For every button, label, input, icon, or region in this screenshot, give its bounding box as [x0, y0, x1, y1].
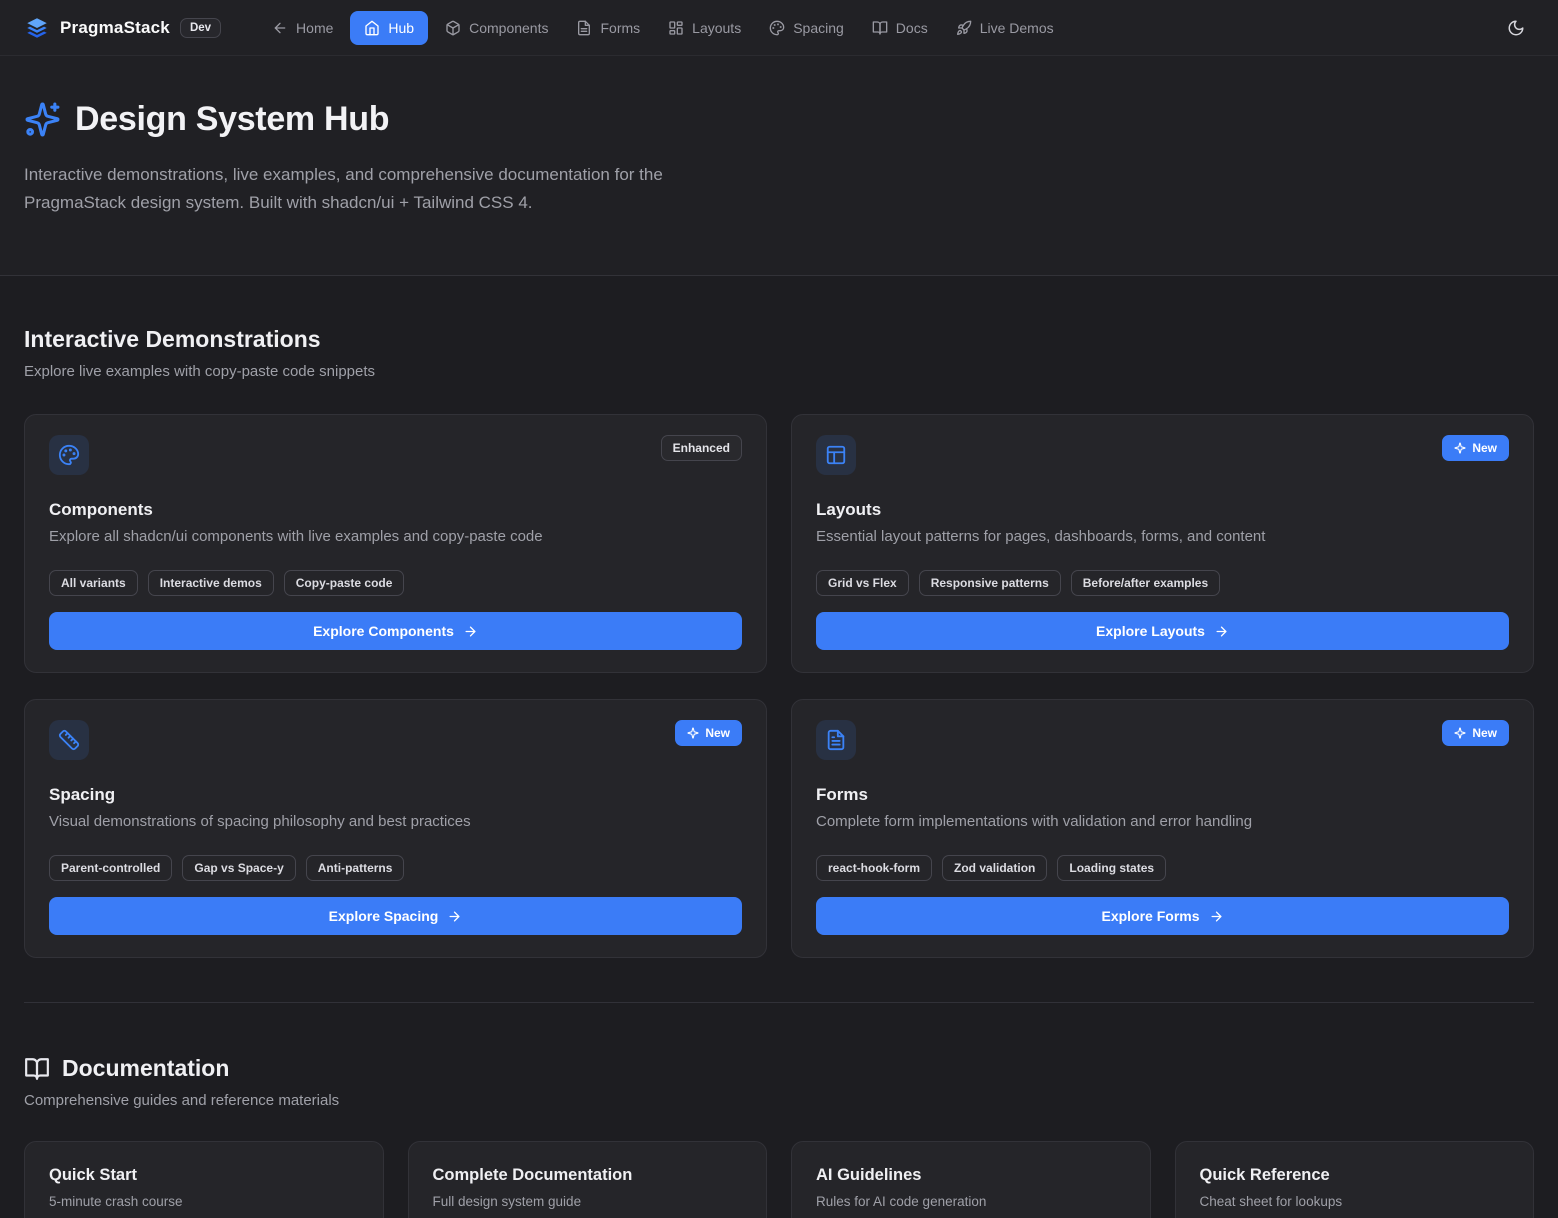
doc-card-title: Quick Start: [49, 1166, 359, 1185]
docs-heading: Documentation: [24, 1055, 1534, 1082]
card-description: Visual demonstrations of spacing philoso…: [49, 813, 742, 830]
hero-section: Design System Hub Interactive demonstrat…: [0, 56, 1558, 276]
tag: Zod validation: [942, 855, 1047, 881]
demo-card-components: Enhanced Components Explore all shadcn/u…: [24, 414, 767, 673]
explore-forms-button[interactable]: Explore Forms: [816, 897, 1509, 935]
card-title: Forms: [816, 785, 1509, 805]
book-open-icon: [872, 20, 888, 36]
doc-card-grid: Quick Start 5-minute crash course Comple…: [24, 1141, 1534, 1218]
new-badge: New: [1442, 435, 1509, 461]
doc-card-complete-documentation[interactable]: Complete Documentation Full design syste…: [408, 1141, 768, 1218]
doc-card-title: Complete Documentation: [433, 1166, 743, 1185]
main-content: Interactive Demonstrations Explore live …: [0, 326, 1558, 1218]
doc-card-title: AI Guidelines: [816, 1166, 1126, 1185]
arrow-right-icon: [1214, 624, 1229, 639]
spacing-icon-tile: [49, 720, 89, 760]
page-description: Interactive demonstrations, live example…: [24, 161, 764, 217]
tag: Responsive patterns: [919, 570, 1061, 596]
page-title: Design System Hub: [75, 100, 389, 139]
explore-layouts-button[interactable]: Explore Layouts: [816, 612, 1509, 650]
rocket-icon: [956, 20, 972, 36]
panel-top-icon: [825, 444, 847, 466]
layers-logo-icon: [24, 15, 50, 41]
nav-item-docs[interactable]: Docs: [861, 11, 939, 45]
file-text-icon: [825, 729, 847, 751]
tag: Anti-patterns: [306, 855, 405, 881]
doc-card-description: Rules for AI code generation: [816, 1194, 1126, 1209]
arrow-right-icon: [463, 624, 478, 639]
nav-items: Home Hub Components Forms Layouts Spacin…: [261, 11, 1065, 45]
layout-dashboard-icon: [668, 20, 684, 36]
card-title: Spacing: [49, 785, 742, 805]
tag: react-hook-form: [816, 855, 932, 881]
sparkles-icon: [24, 101, 61, 138]
demos-subheading: Explore live examples with copy-paste co…: [24, 363, 1534, 380]
demo-card-forms: New Forms Complete form implementations …: [791, 699, 1534, 958]
sparkles-icon: [1454, 442, 1466, 454]
layouts-icon-tile: [816, 435, 856, 475]
doc-card-quick-start[interactable]: Quick Start 5-minute crash course: [24, 1141, 384, 1218]
demo-card-grid: Enhanced Components Explore all shadcn/u…: [24, 414, 1534, 958]
card-title: Layouts: [816, 500, 1509, 520]
tag: Parent-controlled: [49, 855, 172, 881]
arrow-left-icon: [272, 20, 288, 36]
box-icon: [445, 20, 461, 36]
home-icon: [364, 20, 380, 36]
nav-item-hub[interactable]: Hub: [350, 11, 428, 45]
doc-card-quick-reference[interactable]: Quick Reference Cheat sheet for lookups: [1175, 1141, 1535, 1218]
doc-card-description: 5-minute crash course: [49, 1194, 359, 1209]
sparkles-icon: [687, 727, 699, 739]
docs-subheading: Comprehensive guides and reference mater…: [24, 1092, 1534, 1109]
palette-icon: [769, 20, 785, 36]
palette-icon: [58, 444, 80, 466]
card-title: Components: [49, 500, 742, 520]
enhanced-badge: Enhanced: [661, 435, 742, 461]
sparkles-icon: [1454, 727, 1466, 739]
nav-item-spacing[interactable]: Spacing: [758, 11, 855, 45]
book-open-icon: [24, 1056, 50, 1082]
ruler-icon: [58, 729, 80, 751]
explore-spacing-button[interactable]: Explore Spacing: [49, 897, 742, 935]
doc-card-title: Quick Reference: [1200, 1166, 1510, 1185]
forms-icon-tile: [816, 720, 856, 760]
nav-item-live-demos[interactable]: Live Demos: [945, 11, 1065, 45]
demo-card-spacing: New Spacing Visual demonstrations of spa…: [24, 699, 767, 958]
new-badge: New: [1442, 720, 1509, 746]
card-description: Complete form implementations with valid…: [816, 813, 1509, 830]
tag: Copy-paste code: [284, 570, 405, 596]
arrow-right-icon: [1209, 909, 1224, 924]
tag: Gap vs Space-y: [182, 855, 295, 881]
nav-item-home[interactable]: Home: [261, 11, 344, 45]
doc-card-description: Cheat sheet for lookups: [1200, 1194, 1510, 1209]
demo-card-layouts: New Layouts Essential layout patterns fo…: [791, 414, 1534, 673]
nav-item-forms[interactable]: Forms: [565, 11, 651, 45]
theme-toggle-button[interactable]: [1498, 10, 1534, 46]
tag: Before/after examples: [1071, 570, 1220, 596]
file-text-icon: [576, 20, 592, 36]
tag: Loading states: [1057, 855, 1166, 881]
nav-item-layouts[interactable]: Layouts: [657, 11, 752, 45]
doc-card-description: Full design system guide: [433, 1194, 743, 1209]
card-description: Essential layout patterns for pages, das…: [816, 528, 1509, 545]
components-icon-tile: [49, 435, 89, 475]
doc-card-ai-guidelines[interactable]: AI Guidelines Rules for AI code generati…: [791, 1141, 1151, 1218]
tag: Interactive demos: [148, 570, 274, 596]
brand-name: PragmaStack: [60, 18, 170, 38]
moon-icon: [1507, 19, 1525, 37]
tag: All variants: [49, 570, 138, 596]
top-nav: PragmaStack Dev Home Hub Components Form…: [0, 0, 1558, 56]
dev-badge: Dev: [180, 18, 221, 38]
nav-item-components[interactable]: Components: [434, 11, 559, 45]
brand[interactable]: PragmaStack Dev: [24, 15, 221, 41]
demos-heading: Interactive Demonstrations: [24, 326, 1534, 353]
arrow-right-icon: [447, 909, 462, 924]
tag: Grid vs Flex: [816, 570, 909, 596]
card-description: Explore all shadcn/ui components with li…: [49, 528, 742, 545]
explore-components-button[interactable]: Explore Components: [49, 612, 742, 650]
section-divider: [24, 1002, 1534, 1003]
new-badge: New: [675, 720, 742, 746]
